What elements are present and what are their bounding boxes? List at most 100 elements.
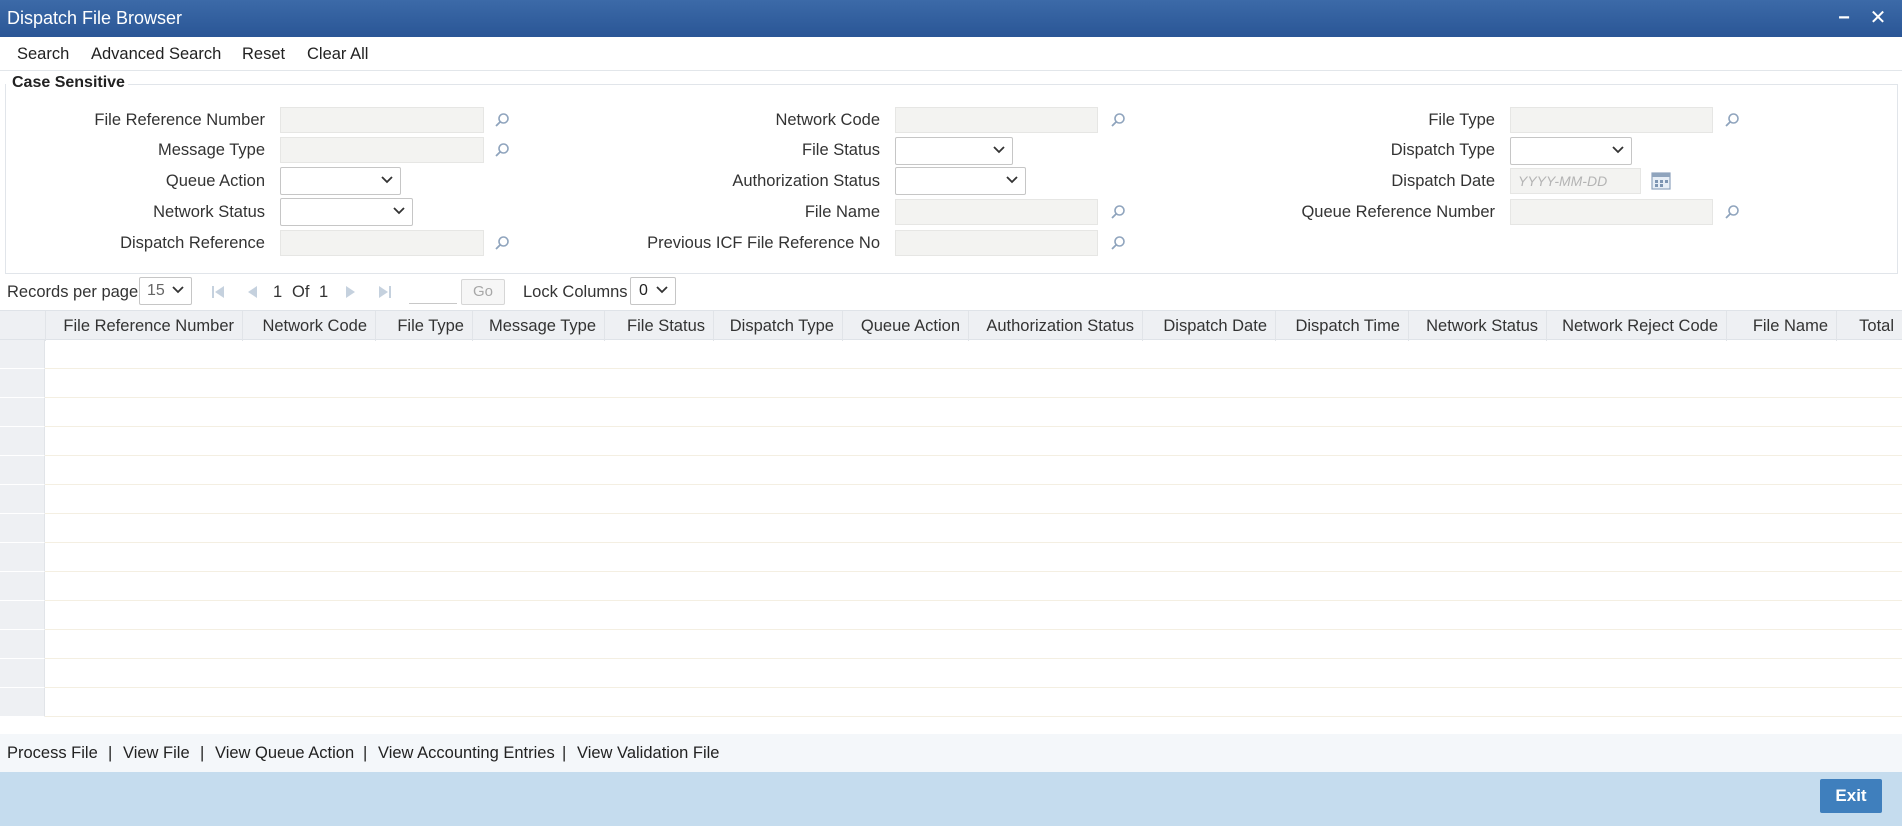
row-selector[interactable]	[0, 427, 45, 456]
toolbar: Search Advanced Search Reset Clear All	[0, 37, 1902, 71]
search-icon[interactable]	[1110, 112, 1126, 128]
advanced-search-button[interactable]: Advanced Search	[91, 45, 221, 64]
chevron-down-icon	[993, 146, 1005, 154]
first-page-icon[interactable]	[210, 284, 226, 300]
chevron-down-icon	[1612, 146, 1624, 154]
table-row[interactable]	[0, 543, 1902, 572]
row-selector[interactable]	[0, 659, 45, 688]
authorization-status-select[interactable]	[895, 167, 1026, 195]
close-icon[interactable]: ✕	[1866, 6, 1890, 30]
table-row[interactable]	[0, 340, 1902, 369]
case-sensitive-legend: Case Sensitive	[11, 74, 126, 92]
column-header[interactable]: File Reference Number	[46, 311, 243, 341]
column-header[interactable]: Dispatch Date	[1143, 311, 1276, 341]
table-row[interactable]	[0, 514, 1902, 543]
search-icon[interactable]	[1110, 235, 1126, 251]
previous-icf-file-reference-label: Previous ICF File Reference No	[647, 234, 880, 252]
chevron-down-icon	[1006, 176, 1018, 184]
queue-action-select[interactable]	[280, 167, 401, 195]
view-file-link[interactable]: View File	[123, 744, 190, 763]
column-header[interactable]: File Type	[376, 311, 473, 341]
column-header[interactable]: Network Reject Code	[1547, 311, 1727, 341]
row-selector[interactable]	[0, 601, 45, 630]
column-header[interactable]: Network Code	[243, 311, 376, 341]
dispatch-date-placeholder: YYYY-MM-DD	[1518, 173, 1608, 189]
row-selector[interactable]	[0, 485, 45, 514]
network-code-input[interactable]	[895, 107, 1098, 133]
row-selector[interactable]	[0, 688, 45, 717]
page-number-input[interactable]	[409, 280, 457, 304]
table-row[interactable]	[0, 688, 1902, 717]
column-header[interactable]: Total	[1837, 311, 1902, 341]
file-reference-number-input[interactable]	[280, 107, 484, 133]
column-header[interactable]: Queue Action	[843, 311, 969, 341]
queue-reference-number-input[interactable]	[1510, 199, 1713, 225]
column-header[interactable]: File Status	[605, 311, 714, 341]
view-validation-file-link[interactable]: View Validation File	[577, 744, 719, 763]
file-type-label: File Type	[1428, 111, 1495, 129]
column-header[interactable]: Dispatch Type	[714, 311, 843, 341]
row-selector[interactable]	[0, 456, 45, 485]
search-icon[interactable]	[494, 142, 510, 158]
table-row[interactable]	[0, 456, 1902, 485]
search-icon[interactable]	[494, 112, 510, 128]
lock-columns-select[interactable]: 0	[630, 277, 676, 305]
previous-page-icon[interactable]	[245, 284, 261, 300]
row-selector[interactable]	[0, 340, 45, 369]
table-row[interactable]	[0, 369, 1902, 398]
exit-button[interactable]: Exit	[1820, 779, 1882, 813]
search-button[interactable]: Search	[17, 45, 69, 64]
minimize-icon[interactable]: −	[1832, 6, 1856, 30]
table-row[interactable]	[0, 601, 1902, 630]
row-selector[interactable]	[0, 398, 45, 427]
file-status-select[interactable]	[895, 137, 1013, 165]
next-page-icon[interactable]	[342, 284, 358, 300]
file-name-input[interactable]	[895, 199, 1098, 225]
table-row[interactable]	[0, 659, 1902, 688]
process-file-link[interactable]: Process File	[7, 744, 98, 763]
records-per-page-label: Records per page	[7, 283, 139, 301]
dispatch-reference-input[interactable]	[280, 230, 484, 256]
table-row[interactable]	[0, 427, 1902, 456]
column-header[interactable]: Message Type	[473, 311, 605, 341]
search-icon[interactable]	[494, 235, 510, 251]
network-code-label: Network Code	[775, 111, 880, 129]
file-type-input[interactable]	[1510, 107, 1713, 133]
column-header[interactable]: Dispatch Time	[1276, 311, 1409, 341]
column-header[interactable]: Authorization Status	[969, 311, 1143, 341]
last-page-icon[interactable]	[377, 284, 393, 300]
search-icon[interactable]	[1724, 204, 1740, 220]
table-row[interactable]	[0, 630, 1902, 659]
dispatch-type-select[interactable]	[1510, 137, 1632, 165]
table-row[interactable]	[0, 398, 1902, 427]
chevron-down-icon	[381, 176, 393, 184]
network-status-select[interactable]	[280, 198, 413, 226]
row-selector[interactable]	[0, 630, 45, 659]
file-reference-number-label: File Reference Number	[94, 111, 265, 129]
file-name-label: File Name	[804, 203, 880, 221]
row-selector[interactable]	[0, 514, 45, 543]
view-accounting-entries-link[interactable]: View Accounting Entries	[378, 744, 555, 763]
records-per-page-select[interactable]: 15	[139, 277, 192, 305]
row-selector[interactable]	[0, 543, 45, 572]
previous-icf-file-reference-input[interactable]	[895, 230, 1098, 256]
search-icon[interactable]	[1724, 112, 1740, 128]
of-label: Of	[292, 283, 310, 301]
select-all-column[interactable]	[0, 311, 46, 341]
message-type-input[interactable]	[280, 137, 484, 163]
row-selector[interactable]	[0, 572, 45, 601]
table-row[interactable]	[0, 485, 1902, 514]
reset-button[interactable]: Reset	[242, 45, 285, 64]
pagination-bar: Records per page 15 1 Of 1 Lock Columns …	[0, 276, 1902, 306]
table-row[interactable]	[0, 572, 1902, 601]
column-header[interactable]: File Name	[1727, 311, 1837, 341]
view-queue-action-link[interactable]: View Queue Action	[215, 744, 354, 763]
clear-all-button[interactable]: Clear All	[307, 45, 368, 64]
calendar-icon[interactable]	[1651, 171, 1671, 191]
lock-columns-label: Lock Columns	[523, 283, 628, 301]
network-status-label: Network Status	[153, 203, 265, 221]
search-icon[interactable]	[1110, 204, 1126, 220]
go-button[interactable]: Go	[461, 279, 505, 305]
column-header[interactable]: Network Status	[1409, 311, 1547, 341]
row-selector[interactable]	[0, 369, 45, 398]
